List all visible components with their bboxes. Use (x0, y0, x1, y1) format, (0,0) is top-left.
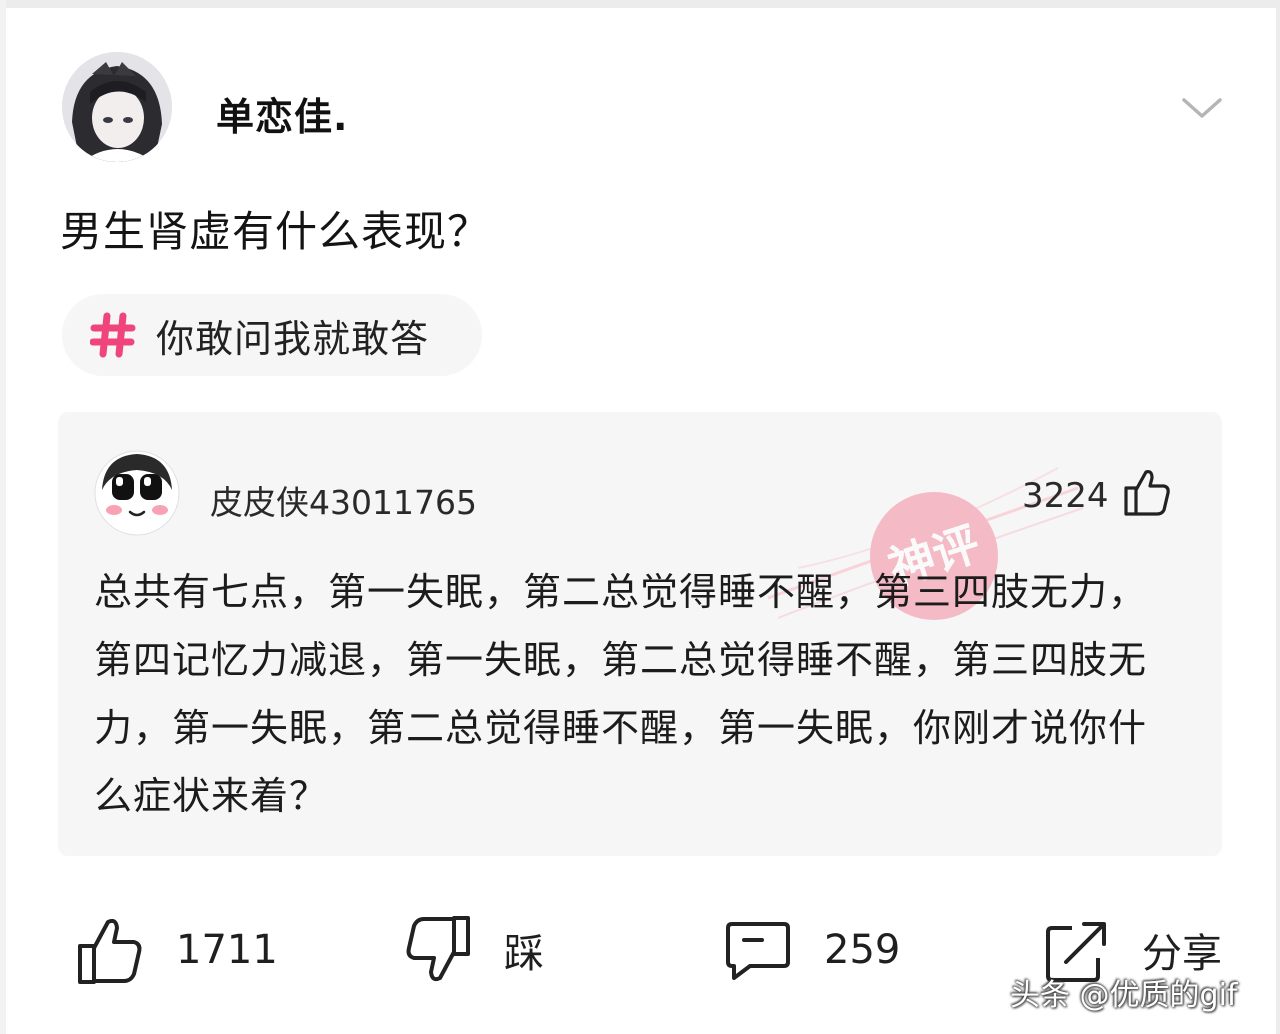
upvote-button[interactable]: 1711 (76, 900, 278, 1000)
window-frame-left (0, 0, 6, 1034)
answerer-name[interactable]: 皮皮侠43011765 (210, 476, 477, 524)
answerer-avatar[interactable] (94, 450, 180, 536)
answer-like-count: 3224 (1022, 476, 1109, 516)
source-credit-watermark: 头条 @优质的gif (1010, 978, 1238, 1013)
author-name[interactable]: 单恋佳. (216, 86, 348, 141)
thumbs-up-icon (78, 918, 142, 984)
featured-answer-card[interactable]: 神评 皮皮侠43011765 3224 总共有七点，第一失眠，第二总觉得睡不醒，… (58, 412, 1222, 856)
thumbs-up-icon[interactable] (1122, 466, 1172, 518)
window-frame-top (0, 0, 1280, 8)
comment-button[interactable]: 259 (724, 900, 900, 1000)
topic-label: 你敢问我就敢答 (156, 316, 430, 361)
topic-chip[interactable]: 你敢问我就敢答 (62, 294, 482, 376)
author-avatar-image (62, 52, 172, 162)
answer-body: 总共有七点，第一失眠，第二总觉得睡不醒，第三四肢无力，第四记忆力减退，第一失眠，… (94, 570, 1148, 818)
downvote-label: 踩 (504, 931, 544, 977)
comment-count: 259 (824, 927, 901, 973)
upvote-count: 1711 (176, 927, 278, 973)
author-avatar[interactable] (62, 52, 172, 162)
question-title[interactable]: 男生肾虚有什么表现？ (60, 198, 490, 259)
comment-icon (726, 922, 790, 980)
window-frame-right (1276, 0, 1280, 1034)
downvote-button[interactable]: 踩 (404, 900, 544, 1000)
thumbs-down-icon (406, 916, 470, 982)
hash-icon (90, 312, 136, 358)
chevron-down-icon[interactable] (1180, 94, 1224, 122)
